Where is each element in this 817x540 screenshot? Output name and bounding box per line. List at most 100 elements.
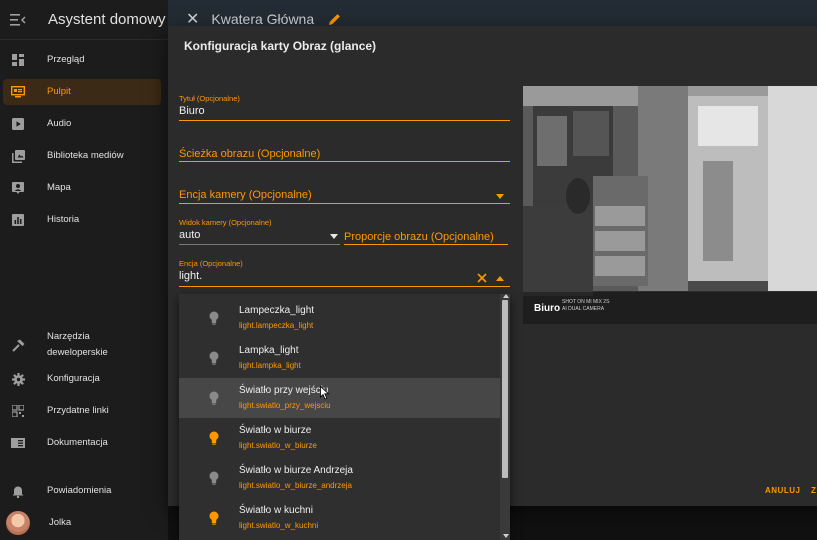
entity-name: Światło w biurze bbox=[239, 425, 312, 436]
sidebar-item-label: Audio bbox=[47, 118, 72, 129]
dropdown-scroll-thumb[interactable] bbox=[502, 300, 508, 478]
scroll-up-arrow-icon[interactable] bbox=[503, 294, 509, 298]
app-root: Asystent domowy Przegląd Pulpit Audio Bi… bbox=[0, 0, 817, 540]
qrcode-icon bbox=[11, 404, 25, 418]
user-name: Jolka bbox=[49, 517, 72, 528]
list-item[interactable]: Lampka_light light.lampka_light bbox=[179, 338, 500, 378]
aspect-ratio-underline bbox=[344, 244, 508, 245]
entity-field[interactable]: Encja (Opcjonalne) light. bbox=[179, 259, 510, 287]
entity-field-underline bbox=[179, 286, 510, 287]
menu-open-icon[interactable] bbox=[10, 13, 26, 27]
sidebar-item-label: Pulpit bbox=[47, 86, 71, 97]
cog-icon bbox=[11, 372, 25, 386]
entity-id: light.swiatlo_przy_wejsciu bbox=[239, 401, 331, 410]
dashboard-icon bbox=[11, 53, 25, 67]
preview-title: Biuro bbox=[534, 303, 561, 314]
entity-id: light.swiatlo_w_biurze bbox=[239, 441, 317, 450]
play-box-icon bbox=[11, 117, 25, 131]
cancel-button[interactable]: ANULUJ bbox=[765, 486, 800, 495]
lightbulb-icon bbox=[209, 391, 219, 405]
sidebar-item-powiadomienia[interactable]: Powiadomienia bbox=[3, 478, 161, 504]
avatar bbox=[6, 511, 30, 535]
sidebar-item-pulpit[interactable]: Pulpit bbox=[3, 79, 161, 105]
sidebar-item-user[interactable]: Jolka bbox=[3, 510, 161, 536]
sidebar-item-label: Przydatne linki bbox=[47, 405, 109, 416]
bell-icon bbox=[11, 484, 25, 498]
sidebar-item-label: Narzędzia deweloperskie bbox=[47, 329, 108, 361]
sidebar-item-narzedzia-deweloperskie[interactable]: Narzędzia deweloperskie bbox=[3, 328, 161, 362]
aspect-ratio-placeholder: Proporcje obrazu (Opcjonalne) bbox=[344, 231, 494, 243]
camera-entity-underline bbox=[179, 203, 510, 204]
camera-view-value: auto bbox=[179, 229, 201, 241]
chart-box-icon bbox=[11, 213, 25, 227]
sidebar-item-label: Mapa bbox=[47, 182, 71, 193]
title-field-value: Biuro bbox=[179, 105, 205, 117]
sidebar: Asystent domowy Przegląd Pulpit Audio Bi… bbox=[0, 0, 168, 540]
entity-name: Światło przy wejściu bbox=[239, 385, 329, 396]
list-item[interactable]: Światło w biurze light.swiatlo_w_biurze bbox=[179, 418, 500, 458]
monitor-dashboard-icon bbox=[11, 85, 25, 99]
watermark-line-2: AI DUAL CAMERA bbox=[562, 306, 605, 312]
sidebar-item-mapa[interactable]: Mapa bbox=[3, 175, 161, 201]
lightbulb-icon bbox=[209, 431, 219, 445]
list-item[interactable]: Światło w biurze Andrzeja light.swiatlo_… bbox=[179, 458, 500, 498]
pencil-icon[interactable] bbox=[328, 12, 342, 26]
entity-id: light.swiatlo_w_kuchni bbox=[239, 521, 319, 530]
camera-view-select[interactable]: Widok kamery (Opcjonalne) auto bbox=[179, 218, 340, 245]
camera-entity-field[interactable]: Encja kamery (Opcjonalne) bbox=[179, 189, 510, 204]
camera-view-underline bbox=[179, 244, 340, 245]
list-item[interactable]: Światło w kuchni light.swiatlo_w_kuchni bbox=[179, 498, 500, 538]
camera-view-label: Widok kamery (Opcjonalne) bbox=[179, 218, 272, 227]
sidebar-item-historia[interactable]: Historia bbox=[3, 207, 161, 233]
dialog-title: Konfiguracja karty Obraz (glance) bbox=[184, 39, 377, 53]
book-icon bbox=[11, 436, 25, 450]
sidebar-item-przydatne-linki[interactable]: Przydatne linki bbox=[3, 398, 161, 424]
sidebar-header: Asystent domowy bbox=[0, 0, 168, 40]
sidebar-item-dokumentacja[interactable]: Dokumentacja bbox=[3, 430, 161, 456]
aspect-ratio-field[interactable]: Proporcje obrazu (Opcjonalne) bbox=[344, 231, 508, 245]
entity-name: Światło w biurze Andrzeja bbox=[239, 465, 353, 476]
entity-id: light.lampka_light bbox=[239, 361, 301, 370]
photo-watermark: SHOT ON MI MIX 2S AI DUAL CAMERA bbox=[562, 299, 609, 313]
image-path-placeholder: Ścieżka obrazu (Opcjonalne) bbox=[179, 148, 321, 160]
save-button[interactable]: Z bbox=[811, 486, 816, 495]
list-item[interactable]: Światło przy wejściu light.swiatlo_przy_… bbox=[179, 378, 500, 418]
entity-suggestions-list: Lampeczka_light light.lampeczka_light La… bbox=[179, 294, 510, 540]
lightbulb-icon bbox=[209, 471, 219, 485]
hammer-icon bbox=[11, 338, 25, 352]
list-item[interactable]: Lampeczka_light light.lampeczka_light bbox=[179, 298, 500, 338]
clear-icon[interactable] bbox=[477, 273, 487, 283]
image-path-underline bbox=[179, 161, 510, 162]
office-photo bbox=[523, 86, 817, 324]
title-field-label: Tytuł (Opcjonalne) bbox=[179, 94, 240, 103]
camera-entity-placeholder: Encja kamery (Opcjonalne) bbox=[179, 189, 312, 201]
camera-view-dropdown-icon[interactable] bbox=[330, 234, 338, 239]
lightbulb-icon bbox=[209, 511, 219, 525]
lightbulb-icon bbox=[209, 351, 219, 365]
entity-name: Lampka_light bbox=[239, 345, 299, 356]
map-account-icon bbox=[11, 181, 25, 195]
sidebar-item-label: Powiadomienia bbox=[47, 485, 112, 496]
watermark-line-1: SHOT ON MI MIX 2S bbox=[562, 299, 610, 305]
scroll-down-arrow-icon[interactable] bbox=[503, 534, 509, 538]
entity-id: light.swiatlo_w_biurze_andrzeja bbox=[239, 481, 352, 490]
label-line-1: Narzędzia bbox=[47, 331, 90, 342]
sidebar-item-label: Dokumentacja bbox=[47, 437, 108, 448]
entity-name: Lampeczka_light bbox=[239, 305, 315, 316]
sidebar-item-biblioteka-mediow[interactable]: Biblioteka mediów bbox=[3, 143, 161, 169]
sidebar-item-label: Przegląd bbox=[47, 54, 85, 65]
sidebar-item-przeglad[interactable]: Przegląd bbox=[3, 47, 161, 73]
image-path-field[interactable]: Ścieżka obrazu (Opcjonalne) bbox=[179, 148, 510, 162]
dashboard-title: Kwatera Główna bbox=[211, 11, 315, 27]
sidebar-item-audio[interactable]: Audio bbox=[3, 111, 161, 137]
camera-entity-dropdown-icon[interactable] bbox=[496, 194, 504, 199]
entity-dropdown-toggle-icon[interactable] bbox=[496, 276, 504, 281]
app-title: Asystent domowy bbox=[48, 11, 166, 28]
entity-id: light.lampeczka_light bbox=[239, 321, 314, 330]
entity-name: Światło w kuchni bbox=[239, 505, 313, 516]
card-preview-image bbox=[523, 86, 817, 324]
title-field[interactable]: Tytuł (Opcjonalne) Biuro bbox=[179, 94, 510, 121]
sidebar-item-konfiguracja[interactable]: Konfiguracja bbox=[3, 366, 161, 392]
mouse-cursor-icon bbox=[320, 386, 330, 400]
sidebar-item-label: Konfiguracja bbox=[47, 373, 100, 384]
